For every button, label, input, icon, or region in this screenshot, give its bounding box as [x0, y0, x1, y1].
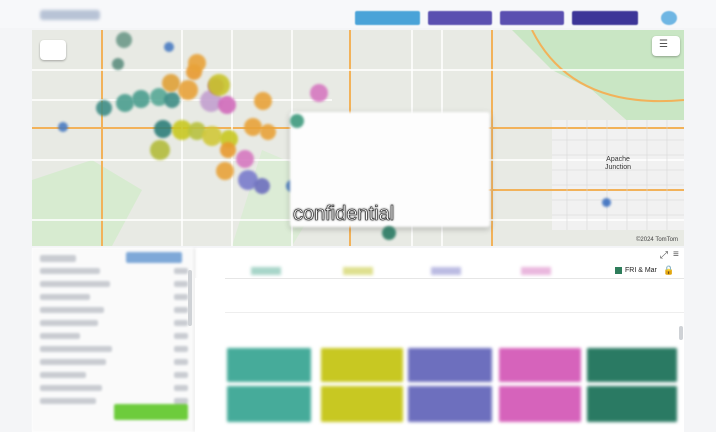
list-item[interactable]	[40, 307, 188, 316]
map-cluster-marker[interactable]	[254, 92, 272, 110]
layers-button[interactable]: ☰	[652, 36, 680, 56]
list-item[interactable]	[40, 281, 188, 290]
app-logo	[40, 10, 100, 20]
map-cluster-marker[interactable]	[254, 178, 270, 194]
map-cluster-marker[interactable]	[236, 150, 254, 168]
map-cluster-marker[interactable]	[218, 96, 236, 114]
confidential-watermark: confidential	[293, 203, 395, 226]
map-cluster-marker[interactable]	[112, 58, 124, 70]
nav-button-4[interactable]	[572, 11, 638, 25]
map-cluster-marker[interactable]	[164, 92, 180, 108]
expand-icon[interactable]: ⤢	[660, 250, 668, 261]
nav-button-1[interactable]	[355, 11, 420, 25]
legend-item[interactable]	[251, 267, 281, 275]
list-item[interactable]	[40, 372, 188, 381]
list-item[interactable]	[40, 320, 188, 329]
popup-marker	[290, 114, 304, 128]
map-cluster-marker[interactable]	[188, 54, 206, 72]
map-marker[interactable]	[602, 198, 611, 207]
nav-button-3[interactable]	[500, 11, 564, 25]
map-cluster-marker[interactable]	[220, 142, 236, 158]
left-list-panel	[32, 248, 195, 432]
map-cluster-marker[interactable]	[96, 100, 112, 116]
schedule-tile[interactable]	[587, 348, 677, 382]
map-cluster-marker[interactable]	[154, 120, 172, 138]
map-marker[interactable]	[58, 122, 68, 132]
list-item[interactable]	[40, 359, 188, 368]
schedule-tile[interactable]	[499, 386, 581, 422]
map-cluster-marker[interactable]	[310, 84, 328, 102]
map-cluster-marker[interactable]	[132, 90, 150, 108]
nav-button-2[interactable]	[428, 11, 492, 25]
place-label-apache-junction: Apache Junction	[605, 156, 632, 171]
list-item[interactable]	[40, 333, 188, 342]
map-cluster-marker[interactable]	[116, 32, 132, 48]
apply-button[interactable]	[114, 404, 188, 420]
schedule-tile[interactable]	[408, 386, 492, 422]
list-scrollbar[interactable]	[188, 270, 192, 326]
legend-swatch	[615, 267, 622, 274]
hamburger-icon[interactable]: ≡	[673, 249, 679, 260]
list-item[interactable]	[40, 294, 188, 303]
schedule-tile[interactable]	[227, 348, 311, 382]
list-item[interactable]	[40, 346, 188, 355]
legend-item[interactable]	[521, 267, 551, 275]
plot-scrollbar[interactable]	[679, 326, 683, 340]
map-cluster-marker[interactable]	[178, 80, 198, 100]
map-zoom-button[interactable]	[40, 40, 66, 60]
schedule-tile[interactable]	[321, 348, 403, 382]
schedule-tile[interactable]	[227, 386, 311, 422]
map-marker[interactable]	[382, 226, 396, 240]
timeline-legend: FRI & Mar 🔒	[195, 264, 684, 278]
schedule-tile[interactable]	[408, 348, 492, 382]
map-cluster-marker[interactable]	[260, 124, 276, 140]
map-attribution: ©2024 TomTom	[636, 237, 678, 243]
legend-label: FRI & Mar	[625, 267, 657, 274]
legend-item-fri-mar[interactable]: FRI & Mar	[615, 267, 657, 274]
list-item[interactable]	[40, 268, 188, 277]
timeline-plot[interactable]	[195, 278, 684, 432]
schedule-tile[interactable]	[499, 348, 581, 382]
map-cluster-marker[interactable]	[208, 74, 230, 96]
map-cluster-marker[interactable]	[150, 140, 170, 160]
schedule-tile[interactable]	[321, 386, 403, 422]
list-icon: ☰	[659, 39, 668, 50]
list-item[interactable]	[40, 385, 188, 394]
lock-icon[interactable]: 🔒	[663, 265, 674, 276]
top-bar	[0, 0, 716, 28]
map-marker[interactable]	[164, 42, 174, 52]
user-avatar[interactable]	[661, 11, 677, 25]
map-cluster-marker[interactable]	[202, 126, 222, 146]
legend-item[interactable]	[343, 267, 373, 275]
legend-item[interactable]	[431, 267, 461, 275]
map-cluster-marker[interactable]	[216, 162, 234, 180]
schedule-tile[interactable]	[587, 386, 677, 422]
